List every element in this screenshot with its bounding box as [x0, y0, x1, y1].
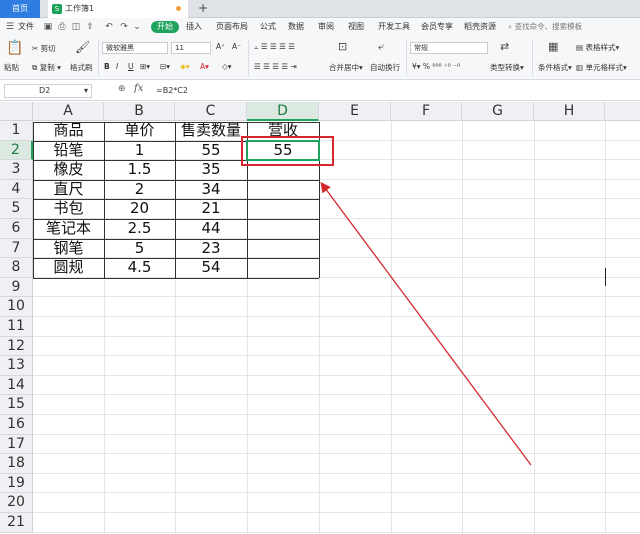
annotation-layer: [320, 181, 532, 466]
annotation-arrow: [320, 181, 532, 466]
